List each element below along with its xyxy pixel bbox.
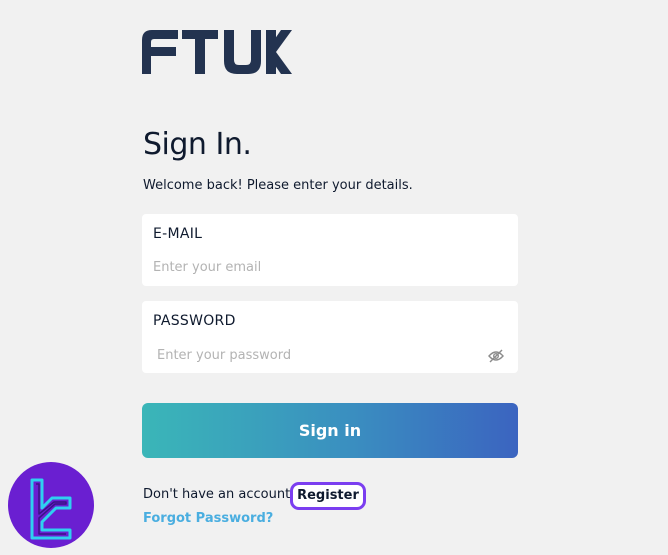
email-input[interactable] xyxy=(153,260,483,275)
welcome-subtitle: Welcome back! Please enter your details. xyxy=(143,178,413,193)
email-label: E-MAIL xyxy=(153,226,203,242)
account-prompt: Don't have an account xyxy=(143,487,291,502)
email-field[interactable]: E-MAIL xyxy=(142,214,518,286)
register-link[interactable]: Register xyxy=(290,482,366,510)
password-input[interactable] xyxy=(157,348,487,363)
tc-badge-icon xyxy=(8,462,94,548)
sign-in-button[interactable]: Sign in xyxy=(142,403,518,458)
password-label: PASSWORD xyxy=(153,313,236,329)
page-title: Sign In. xyxy=(143,127,252,162)
forgot-password-link[interactable]: Forgot Password? xyxy=(143,511,273,526)
password-field[interactable]: PASSWORD xyxy=(142,301,518,373)
eye-off-icon[interactable] xyxy=(488,348,504,363)
ftuk-logo xyxy=(142,30,292,74)
